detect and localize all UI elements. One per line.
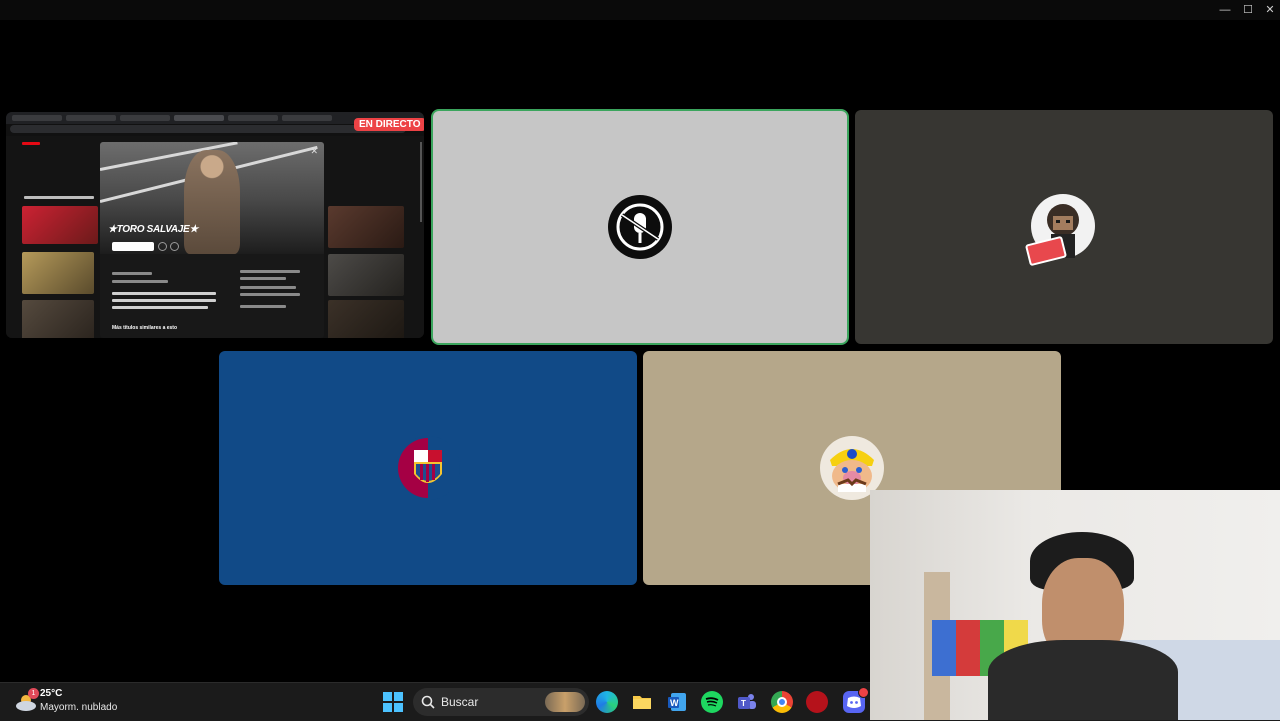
chrome-icon[interactable] [771, 691, 793, 713]
webcam-feed [870, 490, 1280, 720]
notification-dot [858, 687, 869, 698]
taskbar-search-box[interactable]: Buscar [413, 688, 589, 716]
window-titlebar: — ☐ ✕ [0, 0, 1280, 20]
search-icon [421, 695, 435, 709]
microphone-logo-avatar [608, 195, 672, 259]
windows-start-icon[interactable] [382, 691, 404, 713]
red-app-icon[interactable] [806, 691, 828, 713]
spotify-icon[interactable] [701, 691, 723, 713]
shared-browser-urlbar [10, 125, 406, 133]
word-icon[interactable]: W [666, 691, 688, 713]
stream-tile[interactable]: ★TORO SALVAJE★ ✕ Más títulos similares a… [6, 112, 424, 338]
movie-thumbnail[interactable] [328, 300, 404, 338]
svg-text:T: T [741, 699, 746, 708]
edge-icon[interactable] [596, 691, 618, 713]
participant-tile-2[interactable] [855, 110, 1273, 344]
close-icon[interactable]: ✕ [310, 146, 318, 157]
search-highlight-image [545, 692, 585, 712]
movie-thumbnail[interactable] [22, 206, 98, 244]
movie-thumbnail[interactable] [328, 206, 404, 248]
teams-icon[interactable]: T [736, 691, 758, 713]
add-to-list-icon[interactable] [158, 242, 167, 251]
weather-temperature[interactable]: 25°C [40, 688, 62, 699]
like-icon[interactable] [170, 242, 179, 251]
movie-hero-image: ★TORO SALVAJE★ [100, 142, 324, 254]
play-button[interactable] [112, 242, 154, 251]
fc-barcelona-crest-avatar [396, 436, 460, 500]
maximize-button[interactable]: ☐ [1237, 2, 1259, 18]
close-button[interactable]: ✕ [1259, 2, 1280, 18]
movie-thumbnail[interactable] [22, 300, 94, 338]
movie-detail-modal: ★TORO SALVAJE★ ✕ Más títulos similares a… [100, 142, 324, 338]
weather-badge: 1 [28, 688, 39, 699]
discord-icon[interactable] [843, 687, 869, 713]
person-torso [988, 640, 1178, 720]
file-explorer-icon[interactable] [631, 691, 653, 713]
stream-scrollbar [420, 142, 422, 222]
participant-tile-3[interactable] [219, 351, 637, 585]
boxer-figure [184, 150, 240, 254]
movie-title: ★TORO SALVAJE★ [108, 224, 199, 235]
participant-tile-1[interactable] [433, 111, 847, 343]
live-badge: EN DIRECTO [354, 118, 424, 131]
more-titles-heading: Más títulos similares a esto [112, 325, 178, 331]
search-placeholder: Buscar [441, 695, 479, 709]
weather-description[interactable]: Mayorm. nublado [40, 702, 117, 713]
svg-text:W: W [670, 698, 679, 708]
minimize-button[interactable]: — [1214, 2, 1236, 18]
weather-cloud-icon[interactable]: 1 [14, 688, 39, 714]
movie-thumbnail[interactable] [22, 252, 94, 294]
movie-thumbnail[interactable] [328, 254, 404, 296]
